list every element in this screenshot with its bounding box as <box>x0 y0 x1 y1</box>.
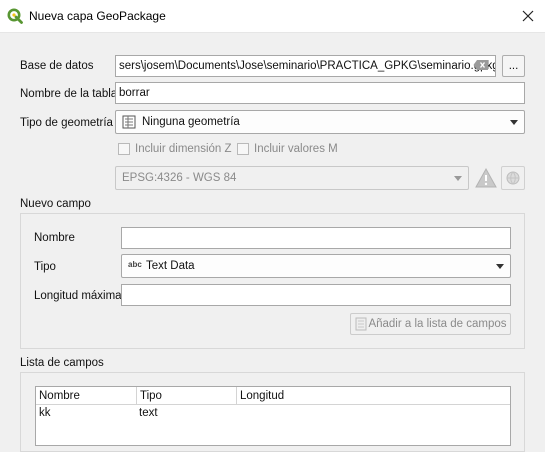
new-field-group-title: Nuevo campo <box>20 198 91 210</box>
add-field-icon <box>355 317 367 331</box>
include-z-checkbox[interactable] <box>118 143 130 155</box>
field-type-select[interactable]: abc Text Data <box>121 254 511 278</box>
crs-select-button[interactable] <box>501 166 525 190</box>
field-list-table[interactable]: Nombre Tipo Longitud kk text <box>35 386 511 446</box>
no-geometry-icon <box>122 115 136 129</box>
table-name-label: Nombre de la tabla <box>20 88 118 100</box>
field-list-group-title: Lista de campos <box>20 357 104 369</box>
browse-button[interactable]: ... <box>502 55 525 77</box>
field-type-label: Tipo <box>34 261 56 273</box>
add-field-button[interactable]: Añadir a la lista de campos <box>350 313 511 335</box>
add-field-label: Añadir a la lista de campos <box>368 318 507 330</box>
field-type-value: Text Data <box>146 260 195 272</box>
crs-value: EPSG:4326 - WGS 84 <box>122 172 237 184</box>
column-header-length[interactable]: Longitud <box>237 387 510 405</box>
chevron-down-icon <box>510 120 518 125</box>
close-button[interactable] <box>511 0 545 32</box>
field-name-input[interactable] <box>121 227 511 249</box>
globe-icon <box>506 171 520 185</box>
window-title: Nueva capa GeoPackage <box>29 9 166 23</box>
title-bar: Nueva capa GeoPackage <box>0 0 545 33</box>
include-m-label: Incluir valores M <box>254 143 338 155</box>
include-z-label: Incluir dimensión Z <box>135 143 232 155</box>
column-header-name[interactable]: Nombre <box>36 387 137 405</box>
clear-icon <box>473 60 488 70</box>
field-name-label: Nombre <box>34 232 75 244</box>
text-type-icon: abc <box>128 260 142 269</box>
table-row[interactable]: kk text <box>36 405 510 423</box>
include-m-checkbox[interactable] <box>237 143 249 155</box>
geometry-type-value: Ninguna geometría <box>142 116 240 128</box>
qgis-logo-icon <box>7 8 23 24</box>
database-label: Base de datos <box>20 60 94 72</box>
close-icon <box>522 10 534 22</box>
field-length-input[interactable] <box>121 284 511 306</box>
database-path-input[interactable]: sers\josem\Documents\Jose\seminario\PRAC… <box>115 55 496 77</box>
field-length-label: Longitud máxima <box>34 290 122 302</box>
chevron-down-icon <box>496 264 504 269</box>
row-type-cell: text <box>139 407 158 419</box>
chevron-down-icon <box>454 176 462 181</box>
geometry-type-label: Tipo de geometría <box>20 117 113 129</box>
column-header-type[interactable]: Tipo <box>137 387 237 405</box>
crs-warning-icon <box>475 167 497 189</box>
geometry-type-select[interactable]: Ninguna geometría <box>115 110 525 134</box>
crs-select[interactable]: EPSG:4326 - WGS 84 <box>115 166 469 190</box>
table-name-input[interactable]: borrar <box>115 82 525 104</box>
row-name-cell: kk <box>39 407 51 419</box>
clear-path-button[interactable] <box>473 59 489 71</box>
database-path-text: sers\josem\Documents\Jose\seminario\PRAC… <box>119 60 496 72</box>
